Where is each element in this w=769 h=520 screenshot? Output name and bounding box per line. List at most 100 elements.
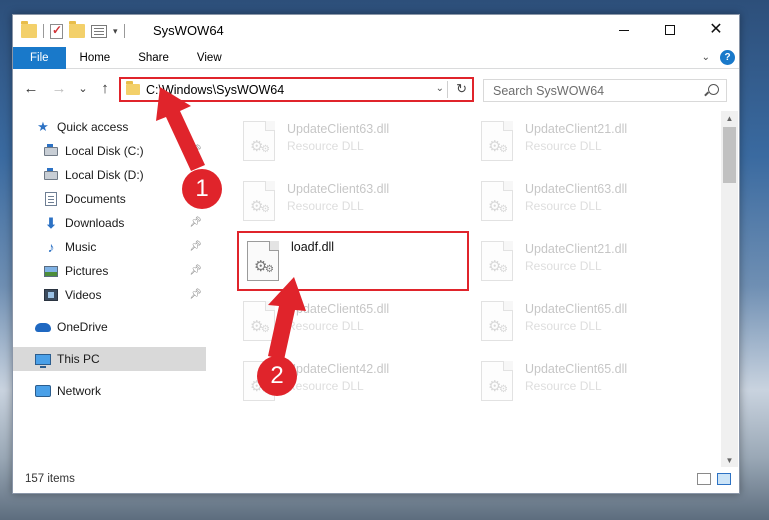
file-type: Resource DLL — [525, 139, 602, 153]
pin-icon[interactable]: 📌︎ — [189, 217, 202, 228]
pin-icon[interactable]: 📌︎ — [189, 265, 202, 276]
sidebar-item-videos[interactable]: Videos 📌︎ — [43, 283, 206, 307]
sidebar-item-local-disk-c[interactable]: Local Disk (C:) 📌︎ — [43, 139, 206, 163]
vertical-scrollbar[interactable]: ▲ ▼ — [721, 111, 738, 467]
sidebar-item-pictures[interactable]: Pictures 📌︎ — [43, 259, 206, 283]
sidebar-item-label: Documents — [65, 192, 126, 206]
music-icon: ♪ — [47, 239, 55, 255]
search-icon[interactable] — [708, 84, 719, 95]
dll-file-icon: ⚙⚙ — [481, 241, 513, 281]
sidebar-item-quick-access[interactable]: ★ Quick access — [35, 115, 206, 139]
large-icons-view-icon[interactable] — [717, 473, 731, 485]
document-icon — [45, 192, 57, 206]
tab-share[interactable]: Share — [124, 47, 183, 69]
file-name: UpdateClient65.dll — [525, 302, 628, 316]
file-tile[interactable]: ⚙ ⚙ UpdateClient65.dll Resource DLL — [473, 295, 693, 345]
minimize-button[interactable] — [601, 15, 647, 45]
close-button[interactable]: ✕ — [693, 15, 739, 45]
file-name: UpdateClient63.dll — [287, 182, 390, 196]
file-type: Resource DLL — [525, 199, 602, 213]
file-tile[interactable]: ⚙ ⚙ UpdateClient63.dll Resource DLL — [235, 115, 455, 165]
refresh-icon[interactable]: ↻ — [456, 81, 467, 97]
pin-icon[interactable]: 📌︎ — [189, 289, 202, 300]
back-button[interactable]: ← — [21, 78, 41, 98]
sidebar-item-music[interactable]: ♪ Music 📌︎ — [43, 235, 206, 259]
sidebar-item-onedrive[interactable]: OneDrive — [35, 315, 206, 339]
step-1-badge: 1 — [182, 169, 222, 209]
sidebar-item-label: Music — [65, 240, 97, 254]
tab-home[interactable]: Home — [66, 47, 125, 69]
sidebar-item-label: Network — [57, 384, 102, 398]
sidebar-item-label: Local Disk (C:) — [65, 144, 144, 158]
properties-check-icon[interactable] — [50, 23, 63, 39]
drive-icon — [44, 167, 58, 180]
recent-locations-button[interactable]: ⌄ — [73, 78, 93, 98]
item-count: 157 items — [25, 473, 75, 485]
file-name: UpdateClient65.dll — [525, 362, 628, 376]
dll-file-icon: ⚙⚙ — [481, 121, 513, 161]
file-name: UpdateClient21.dll — [525, 242, 628, 256]
customize-toolbar-dropdown-icon[interactable]: ▾ — [113, 26, 118, 37]
toolbar-divider — [43, 24, 44, 38]
onedrive-icon — [35, 322, 51, 332]
search-box[interactable]: Search SysWOW64 — [483, 79, 727, 102]
file-tile[interactable]: ⚙ ⚙ UpdateClient65.dll Resource DLL — [473, 355, 693, 405]
dll-file-icon: ⚙⚙ — [247, 241, 279, 281]
file-name: UpdateClient21.dll — [525, 122, 628, 136]
file-tile[interactable]: ⚙ ⚙ UpdateClient21.dll Resource DLL — [473, 115, 693, 165]
scroll-up-arrow-icon[interactable]: ▲ — [721, 111, 738, 125]
file-tile[interactable]: ⚙ ⚙ UpdateClient63.dll Resource DLL — [473, 175, 693, 225]
sidebar-item-label: Pictures — [65, 264, 109, 278]
sidebar-item-label: Videos — [65, 288, 102, 302]
file-type: Resource DLL — [525, 259, 602, 273]
navigation-pane: ★ Quick access Local Disk (C:) 📌︎ Local … — [13, 111, 213, 461]
file-tile[interactable]: ⚙ ⚙ UpdateClient21.dll Resource DLL — [473, 235, 693, 285]
sidebar-item-downloads[interactable]: ⬇ Downloads 📌︎ — [43, 211, 206, 235]
sidebar-item-label: Local Disk (D:) — [65, 168, 144, 182]
file-name: loadf.dll — [291, 240, 335, 254]
details-view-icon[interactable] — [697, 473, 711, 485]
tab-file[interactable]: File — [13, 47, 66, 69]
file-name: UpdateClient42.dll — [287, 362, 390, 376]
properties-icon[interactable] — [91, 24, 107, 38]
navigation-bar: ← → ⌄ ↑ C:\Windows\SysWOW64 ⌄ ↻ Search S… — [13, 73, 739, 103]
new-folder-icon[interactable] — [69, 21, 85, 38]
step-2-badge: 2 — [257, 356, 297, 396]
minimize-icon — [619, 29, 629, 31]
address-folder-icon — [126, 81, 140, 95]
dll-file-icon: ⚙⚙ — [243, 121, 275, 161]
file-name: UpdateClient63.dll — [287, 122, 390, 136]
address-dropdown-icon[interactable]: ⌄ — [436, 83, 444, 94]
file-type: Resource DLL — [525, 379, 602, 393]
pictures-icon — [44, 265, 58, 277]
pin-icon[interactable]: 📌︎ — [189, 241, 202, 252]
sidebar-item-label: Downloads — [65, 216, 125, 230]
maximize-button[interactable] — [647, 15, 693, 45]
forward-button[interactable]: → — [49, 78, 69, 98]
tab-view[interactable]: View — [183, 47, 236, 69]
file-tile[interactable]: ⚙ ⚙ UpdateClient63.dll Resource DLL — [235, 175, 455, 225]
file-type: Resource DLL — [287, 139, 364, 153]
sidebar-item-network[interactable]: Network — [35, 379, 206, 403]
scroll-down-arrow-icon[interactable]: ▼ — [721, 453, 738, 467]
file-list: ⚙ ⚙ UpdateClient63.dll Resource DLL ⚙ ⚙ Up… — [219, 111, 723, 463]
computer-icon — [35, 353, 51, 368]
dll-file-icon: ⚙⚙ — [481, 181, 513, 221]
expand-ribbon-chevron-icon[interactable]: ⌄ — [702, 52, 710, 63]
scrollbar-thumb[interactable] — [723, 127, 736, 183]
dll-file-icon: ⚙⚙ — [481, 361, 513, 401]
help-icon[interactable]: ? — [720, 50, 735, 65]
file-tile-loadf-dll[interactable]: ⚙ ⚙ loadf.dll — [237, 231, 469, 291]
file-explorer-window: ▾ SysWOW64 ✕ File Home Share View ⌄ ? ← … — [12, 14, 740, 494]
sidebar-item-this-pc[interactable]: This PC — [13, 347, 206, 371]
sidebar-item-label: OneDrive — [57, 320, 108, 334]
close-icon: ✕ — [709, 21, 723, 38]
address-bar[interactable]: C:\Windows\SysWOW64 ⌄ ↻ — [119, 77, 474, 102]
address-path[interactable]: C:\Windows\SysWOW64 — [146, 83, 284, 97]
dll-file-icon: ⚙⚙ — [243, 301, 275, 341]
file-tile[interactable]: ⚙ ⚙ UpdateClient65.dll Resource DLL — [235, 295, 455, 345]
search-input[interactable]: Search SysWOW64 — [493, 84, 604, 98]
up-button[interactable]: ↑ — [95, 78, 115, 98]
dll-file-icon: ⚙⚙ — [243, 181, 275, 221]
pin-icon[interactable]: 📌︎ — [189, 145, 202, 156]
